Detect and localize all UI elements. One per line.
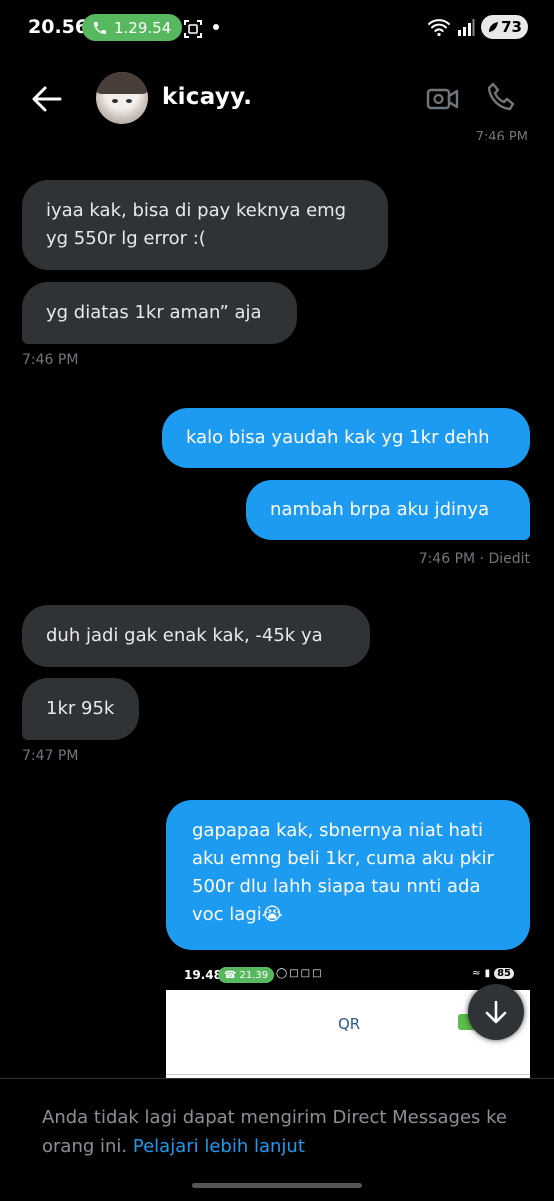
- battery-saver-icon: [489, 22, 499, 32]
- message-timestamp: 7:46 PM · Diedit: [418, 551, 530, 567]
- home-indicator[interactable]: [192, 1183, 362, 1188]
- message-timestamp: 7:47 PM: [22, 748, 79, 764]
- signal-icon: [458, 19, 475, 36]
- call-timer: 1.29.54: [114, 18, 172, 37]
- wifi-icon: ≈: [472, 968, 481, 979]
- status-icons: 73: [427, 15, 528, 39]
- contact-name[interactable]: kicayy.: [162, 84, 252, 110]
- signal-icon: ▮: [484, 968, 491, 979]
- message-line: 1kr 95k: [46, 698, 115, 719]
- avatar[interactable]: [96, 72, 148, 124]
- clipped-timestamp: 7:46 PM: [475, 130, 528, 140]
- attachment-status-icons: ≈ ▮ 85: [472, 968, 514, 979]
- message-bubble-outgoing[interactable]: gapapaa kak, sbnernya niat hati aku emng…: [166, 800, 530, 950]
- phone-icon: [94, 21, 106, 34]
- status-time: 20.56: [28, 16, 89, 38]
- battery-indicator: 73: [481, 15, 528, 39]
- learn-more-link[interactable]: Pelajari lebih lanjut: [133, 1136, 305, 1157]
- message-line: yg diatas 1kr aman” aja: [46, 302, 262, 323]
- dm-restricted-notice: Anda tidak lagi dapat mengirim Direct Me…: [42, 1103, 522, 1161]
- status-bar: 20.56 1.29.54 73: [0, 0, 554, 60]
- message-bubble-incoming[interactable]: duh jadi gak enak kak, -45k ya: [22, 605, 370, 667]
- notification-dot-icon: [213, 24, 219, 30]
- wifi-icon: [428, 19, 451, 37]
- phone-icon: ☎: [224, 969, 237, 981]
- message-bubble-outgoing[interactable]: kalo bisa yaudah kak yg 1kr dehh: [162, 408, 530, 468]
- attachment-call-timer: 21.39: [239, 969, 269, 981]
- message-bubble-incoming[interactable]: iyaa kak, bisa di pay keknya emg yg 550r…: [22, 180, 388, 270]
- attachment-qr-label: QR: [338, 1015, 361, 1033]
- attachment-divider: [166, 1074, 530, 1075]
- message-line: 500r dlu lahh siapa tau nnti ada: [192, 876, 481, 897]
- message-line: iyaa kak, bisa di pay keknya emg: [46, 200, 347, 221]
- message-bubble-outgoing[interactable]: nambah brpa aku jdinya: [246, 480, 530, 540]
- message-timestamp: 7:46 PM: [22, 352, 79, 368]
- dm-restricted-footer: Anda tidak lagi dapat mengirim Direct Me…: [0, 1078, 554, 1201]
- video-call-icon[interactable]: [426, 82, 460, 116]
- message-line: nambah brpa aku jdinya: [270, 499, 490, 520]
- battery-level: 73: [501, 18, 522, 36]
- message-line: yg 550r lg error :(: [46, 228, 206, 249]
- app-notification-icons: ◯□□□: [276, 968, 324, 979]
- arrow-down-icon: [485, 1000, 507, 1024]
- message-line: kalo bisa yaudah kak yg 1kr dehh: [186, 427, 490, 448]
- message-bubble-incoming[interactable]: yg diatas 1kr aman” aja: [22, 282, 297, 344]
- attachment-status-bar: 19.48 ☎ 21.39 ◯□□□ ≈ ▮ 85: [166, 962, 530, 990]
- attachment-time: 19.48: [184, 968, 222, 982]
- message-line: aku emng beli 1kr, cuma aku pkir: [192, 848, 495, 869]
- message-line: gapapaa kak, sbnernya niat hati: [192, 820, 484, 841]
- ongoing-call-pill[interactable]: 1.29.54: [82, 14, 183, 41]
- back-arrow-icon[interactable]: [30, 82, 64, 116]
- attachment-call-pill: ☎ 21.39: [218, 967, 275, 983]
- screen-capture-icon: [184, 20, 202, 38]
- scroll-to-bottom-button[interactable]: [468, 984, 524, 1040]
- attachment-battery: 85: [494, 968, 514, 979]
- phone-call-icon[interactable]: [484, 80, 518, 114]
- message-line: duh jadi gak enak kak, -45k ya: [46, 625, 323, 646]
- message-bubble-incoming[interactable]: 1kr 95k: [22, 678, 139, 740]
- conversation-header: kicayy.: [0, 60, 554, 138]
- message-line: voc lagi😭: [192, 904, 283, 925]
